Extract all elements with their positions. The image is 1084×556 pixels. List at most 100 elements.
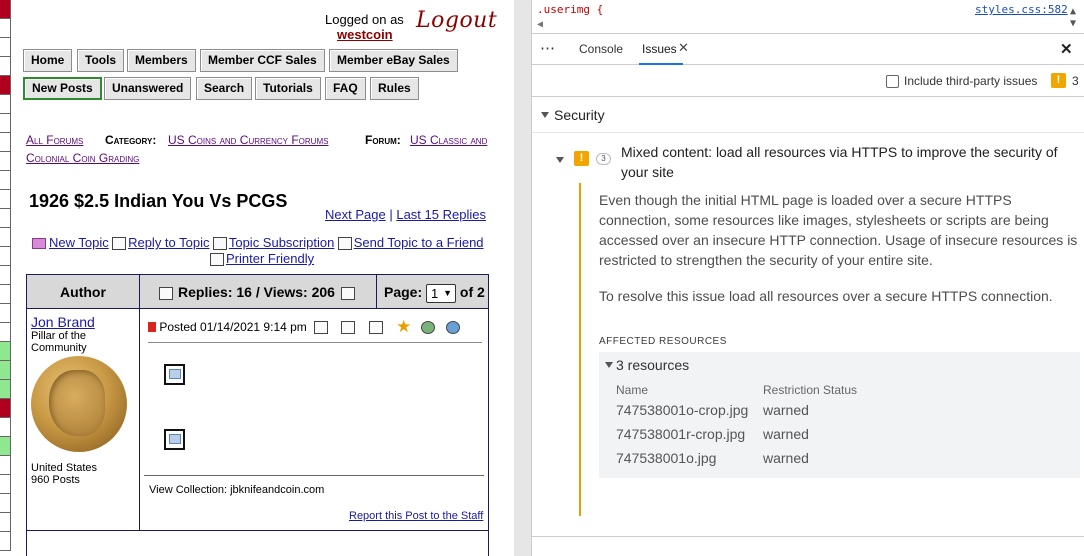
issue-paragraph-2: To resolve this issue load all resources… [599,288,1053,304]
devtools-panel: .userimg { styles.css:582 ◀ ▲ ▼ ⋯ Consol… [531,0,1084,556]
author-post-count: 960 Posts [31,474,80,486]
folder-icon [32,238,46,250]
nav-member-ebay-sales-button[interactable]: Member eBay Sales [329,49,458,72]
strip-cell [0,399,11,418]
topic-title: 1926 $2.5 Indian You Vs PCGS [29,191,288,211]
column-name-header: Name [616,383,649,397]
close-drawer-icon[interactable]: ✕ [1060,40,1073,58]
nav-new-posts-button[interactable]: New Posts [23,77,102,100]
resources-toggle-icon[interactable] [605,362,613,368]
warning-icon: ! [1051,73,1066,88]
signature-divider [144,475,484,476]
replies-views-header: Replies: 16 / Views: 206 [140,275,377,309]
breadcrumb-all-forums[interactable]: All Forums [26,133,83,147]
affected-resources-label: AFFECTED RESOURCES [599,336,727,347]
nav-faq-button[interactable]: FAQ [325,77,366,100]
nav-home-button[interactable]: Home [23,49,73,72]
strip-cell [0,247,11,266]
issue-title[interactable]: Mixed content: load all resources via HT… [621,142,1071,182]
strip-cell [0,304,11,323]
page-links: Next Page | Last 15 Replies [325,207,486,222]
author-avatar [31,356,127,452]
scroll-left-icon[interactable]: ◀ [537,19,543,30]
author-header: Author [27,275,140,309]
drawer-bottom-divider [532,536,1084,537]
printer-friendly-link[interactable]: Printer Friendly [226,251,314,266]
next-page-link[interactable]: Next Page [325,207,386,222]
css-source-link[interactable]: styles.css:582 [975,3,1068,16]
security-section-header[interactable]: Security [532,97,1084,133]
author-rank-line1: Pillar of the [31,330,87,342]
breadcrumb-forum-label: Forum: [365,133,401,147]
issue-expand-icon[interactable] [556,157,564,163]
resource-name[interactable]: 747538001o.jpg [616,450,716,466]
scroll-up-icon[interactable]: ▲ [1070,6,1076,17]
buddy-icon[interactable] [420,320,435,334]
nav-members-button[interactable]: Members [127,49,196,72]
strip-cell [0,323,11,342]
third-party-checkbox[interactable] [886,75,899,88]
breadcrumb-category[interactable]: US Coins and Currency Forums [168,133,328,147]
resource-status: warned [763,450,809,466]
last-replies-link[interactable]: Last 15 Replies [396,207,486,222]
resource-status: warned [763,426,809,442]
new-topic-link[interactable]: New Topic [49,235,109,250]
strip-cell [0,285,11,304]
strip-cell [0,380,11,399]
strip-cell [0,513,11,532]
report-post-link[interactable]: Report this Post to the Staff [349,510,483,522]
logout-link[interactable]: Logout [416,8,497,33]
topic-subscription-link[interactable]: Topic Subscription [229,235,335,250]
author-name-link[interactable]: Jon Brand [31,314,95,330]
topic-table: Author Replies: 16 / Views: 206 Page: 1 ▼… [26,274,489,556]
strip-cell [0,76,11,95]
send-topic-link[interactable]: Send Topic to a Friend [354,235,484,250]
broken-image-reverse [164,429,185,450]
resources-toggle[interactable]: 3 resources [616,357,689,373]
nav-search-button[interactable]: Search [196,77,253,100]
breadcrumb-forum-line1[interactable]: US Classic and [410,133,487,147]
resource-name[interactable]: 747538001r-crop.jpg [616,426,745,442]
breadcrumb-forum-line2[interactable]: Colonial Coin Grading [26,151,139,165]
resource-name[interactable]: 747538001o-crop.jpg [616,402,748,418]
styles-pane-strip: .userimg { styles.css:582 ◀ ▲ ▼ [532,0,1084,34]
page-select-value: 1 [431,285,439,301]
page-links-separator: | [389,207,393,222]
third-party-label: Include third-party issues [904,74,1038,88]
strip-cell [0,0,11,19]
profile-icon[interactable] [314,320,329,334]
star-icon[interactable]: ★ [396,317,411,337]
nav-rules-button[interactable]: Rules [370,77,419,100]
prev-topic-icon[interactable] [159,286,174,300]
page-scrollbar[interactable] [514,0,531,556]
nav-member-ccf-sales-button[interactable]: Member CCF Sales [200,49,325,72]
drawer-tab-bar: ⋯ Console Issues ✕ ✕ [532,34,1084,65]
nav-tools-button[interactable]: Tools [77,49,125,72]
tab-console[interactable]: Console [579,42,623,56]
page-select[interactable]: 1 ▼ [426,283,457,303]
column-status-header: Restriction Status [763,383,858,397]
strip-cell [0,171,11,190]
issue-description: Even though the initial HTML page is loa… [599,190,1083,306]
strip-cell [0,475,11,494]
edit-icon[interactable] [368,320,383,334]
chevron-down-icon: ▼ [443,287,453,298]
quote-icon[interactable] [341,320,356,334]
close-tab-icon[interactable]: ✕ [678,40,689,56]
tab-issues[interactable]: Issues [642,42,677,56]
strip-cell [0,57,11,76]
issues-toolbar: Include third-party issues ! 3 [532,65,1084,97]
scroll-down-icon[interactable]: ▼ [1070,18,1076,29]
username-link[interactable]: westcoin [337,27,393,42]
strip-cell [0,95,11,114]
next-topic-icon[interactable] [340,286,355,300]
printer-action: Printer Friendly [210,251,314,267]
more-tabs-icon[interactable]: ⋯ [540,39,556,57]
reply-to-topic-link[interactable]: Reply to Topic [128,235,209,250]
nav-tutorials-button[interactable]: Tutorials [255,77,321,100]
globe-icon[interactable] [446,320,461,334]
strip-cell [0,266,11,285]
left-edge-strip [0,0,11,556]
author-location: United States [31,462,98,474]
nav-unanswered-button[interactable]: Unanswered [104,77,192,100]
